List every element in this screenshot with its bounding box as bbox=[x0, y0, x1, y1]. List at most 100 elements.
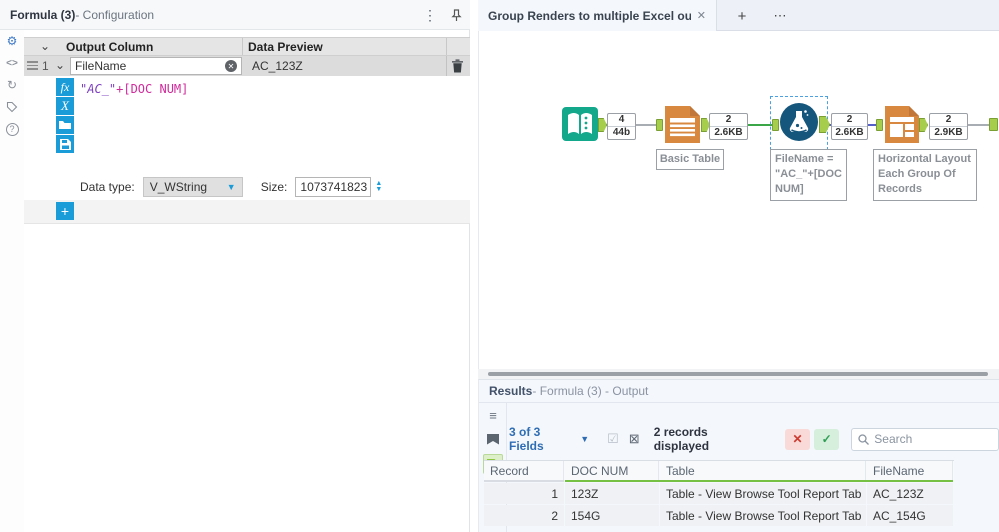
data-type-row: Data type: V_WString ▼ Size: 1073741823 … bbox=[24, 174, 470, 200]
cell-record: 1 bbox=[484, 483, 564, 504]
cell-docnum: 123Z bbox=[565, 483, 659, 504]
cell-table-link[interactable]: Table - View Browse Tool Report Tab bbox=[660, 505, 866, 526]
connection-badge-3: 2 2.6KB bbox=[831, 113, 868, 140]
configuration-panel: Formula (3) - Configuration ⋮ ⚙ <> ↻ ? ⌄… bbox=[0, 0, 470, 532]
col-header-filename[interactable]: FileName bbox=[867, 461, 953, 480]
data-preview-value: AC_123Z bbox=[252, 59, 303, 73]
connection-badge-1: 4 44b bbox=[607, 113, 636, 140]
data-preview-header: Data Preview bbox=[248, 40, 323, 54]
text-input-output-anchor[interactable] bbox=[598, 118, 607, 132]
results-search[interactable] bbox=[851, 428, 999, 451]
scrollbar-thumb[interactable] bbox=[488, 372, 988, 376]
select-cells-icon[interactable]: ☑ bbox=[607, 431, 619, 447]
config-subtitle: - Configuration bbox=[75, 8, 154, 22]
workflow-tab-title: Group Renders to multiple Excel output..… bbox=[488, 9, 691, 23]
expression-string-literal: "AC_" bbox=[80, 82, 116, 96]
text-input-tool[interactable] bbox=[562, 107, 598, 144]
row-number: 1 bbox=[42, 59, 49, 73]
pin-icon[interactable] bbox=[451, 9, 462, 22]
layout-tool[interactable] bbox=[885, 106, 919, 146]
size-stepper[interactable]: ▲ ▼ bbox=[375, 181, 382, 193]
table-input-anchor[interactable] bbox=[656, 119, 663, 131]
modified-fields-underline bbox=[565, 480, 953, 482]
layout-output-anchor[interactable] bbox=[919, 118, 928, 132]
expression-field-ref: [DOC NUM] bbox=[123, 82, 188, 96]
configuration-header: Formula (3) - Configuration ⋮ bbox=[0, 0, 470, 30]
layout-annotation: Horizontal Layout Each Group Of Records bbox=[873, 149, 977, 201]
col-header-table[interactable]: Table bbox=[660, 461, 866, 480]
xml-view-icon[interactable]: <> bbox=[0, 52, 24, 74]
tab-overflow-button[interactable]: ⋯ bbox=[766, 5, 794, 27]
data-quality-fail-button[interactable]: ✕ bbox=[785, 429, 810, 450]
cell-filename: AC_123Z bbox=[867, 483, 953, 504]
cell-table-link[interactable]: Table - View Browse Tool Report Tab bbox=[660, 483, 866, 504]
basic-table-annotation: Basic Table bbox=[656, 149, 724, 170]
functions-icon[interactable]: fx bbox=[56, 78, 74, 96]
annotation-tag-icon[interactable] bbox=[0, 96, 24, 118]
size-value: 1073741823 bbox=[300, 180, 367, 194]
size-input[interactable]: 1073741823 bbox=[295, 177, 371, 197]
layout-input-anchor[interactable] bbox=[876, 119, 883, 131]
formula-annotation: FileName = "AC_"+[DOC NUM] bbox=[770, 149, 847, 201]
cell-filename: AC_154G bbox=[867, 505, 953, 526]
help-icon[interactable]: ? bbox=[0, 118, 24, 140]
col-header-docnum[interactable]: DOC NUM bbox=[565, 461, 659, 480]
new-tab-button[interactable]: + bbox=[728, 5, 756, 27]
offscreen-input-anchor[interactable] bbox=[989, 118, 998, 131]
data-quality-pass-button[interactable]: ✓ bbox=[814, 429, 839, 450]
results-subtitle: - Formula (3) - Output bbox=[532, 384, 648, 398]
clear-field-icon[interactable]: ✕ bbox=[225, 60, 237, 72]
data-type-label: Data type: bbox=[80, 180, 135, 194]
workflow-tab[interactable]: Group Renders to multiple Excel output..… bbox=[478, 0, 717, 31]
dropdown-arrow-icon: ▼ bbox=[227, 182, 236, 192]
panel-menu-icon[interactable]: ⋮ bbox=[423, 7, 437, 24]
expression-editor: fx X "AC_"+[DOC NUM] Data type: V_WStrin… bbox=[24, 76, 470, 200]
config-tool-title: Formula (3) bbox=[10, 8, 75, 22]
config-table-header: ⌄ Output Column Data Preview bbox=[24, 37, 470, 56]
stepper-down-icon: ▼ bbox=[375, 187, 382, 193]
formula-output-anchor[interactable] bbox=[819, 116, 830, 133]
fields-dropdown[interactable]: 3 of 3 Fields bbox=[509, 425, 576, 453]
config-gear-icon[interactable]: ⚙ bbox=[0, 30, 24, 52]
row-collapse-chevron-icon[interactable]: ⌄ bbox=[55, 58, 65, 72]
formula-field-row: 1 ⌄ FileName ✕ AC_123Z bbox=[24, 56, 470, 76]
workflow-canvas[interactable]: 4 44b 2 2.6KB bbox=[478, 31, 999, 369]
search-icon bbox=[858, 434, 869, 445]
results-header: Results - Formula (3) - Output bbox=[479, 380, 999, 403]
delete-row-button[interactable] bbox=[451, 59, 464, 76]
workflow-messages-icon[interactable] bbox=[479, 427, 507, 451]
data-type-value: V_WString bbox=[150, 180, 227, 194]
field-name-value: FileName bbox=[75, 59, 225, 73]
connection-badge-4: 2 2.9KB bbox=[929, 113, 968, 140]
results-toolbar: 3 of 3 Fields ▼ ☑ ⊠ 2 records displayed … bbox=[509, 426, 999, 452]
records-displayed-text: 2 records displayed bbox=[654, 425, 763, 453]
search-input[interactable] bbox=[874, 432, 984, 446]
cell-viewer-icon[interactable]: ⊠ bbox=[629, 431, 640, 447]
connection-badge-2: 2 2.6KB bbox=[709, 113, 748, 140]
saved-expressions-folder-icon[interactable] bbox=[56, 116, 74, 134]
results-table-header: Record DOC NUM Table FileName bbox=[484, 460, 954, 480]
results-table: Record DOC NUM Table FileName 1 123Z Tab… bbox=[484, 460, 954, 526]
tab-close-icon[interactable]: ✕ bbox=[697, 9, 706, 22]
messages-list-icon[interactable]: ≡ bbox=[479, 403, 507, 427]
save-expression-icon[interactable] bbox=[56, 135, 74, 153]
fields-dropdown-chevron-icon[interactable]: ▼ bbox=[580, 434, 589, 444]
basic-table-tool[interactable] bbox=[665, 106, 700, 146]
expand-all-chevron-icon[interactable]: ⌄ bbox=[40, 39, 50, 53]
add-output-column-button[interactable]: + bbox=[56, 202, 74, 220]
navigation-icon[interactable]: ↻ bbox=[0, 74, 24, 96]
results-panel: Results - Formula (3) - Output ≡ ? 3 of … bbox=[478, 379, 999, 532]
add-column-row: + bbox=[24, 200, 470, 224]
col-header-record[interactable]: Record bbox=[484, 461, 564, 480]
formula-input-anchor[interactable] bbox=[772, 119, 779, 131]
field-name-input[interactable]: FileName ✕ bbox=[70, 57, 242, 75]
canvas-horizontal-scrollbar bbox=[478, 369, 999, 379]
cell-record: 2 bbox=[484, 505, 564, 526]
variables-icon[interactable]: X bbox=[56, 97, 74, 115]
data-type-dropdown[interactable]: V_WString ▼ bbox=[143, 177, 243, 197]
expression-text[interactable]: "AC_"+[DOC NUM] bbox=[80, 82, 188, 96]
alteryx-designer-window: Formula (3) - Configuration ⋮ ⚙ <> ↻ ? ⌄… bbox=[0, 0, 999, 532]
table-row: 1 123Z Table - View Browse Tool Report T… bbox=[484, 483, 954, 504]
formula-tool[interactable] bbox=[780, 103, 818, 144]
drag-handle-icon[interactable] bbox=[27, 61, 38, 72]
